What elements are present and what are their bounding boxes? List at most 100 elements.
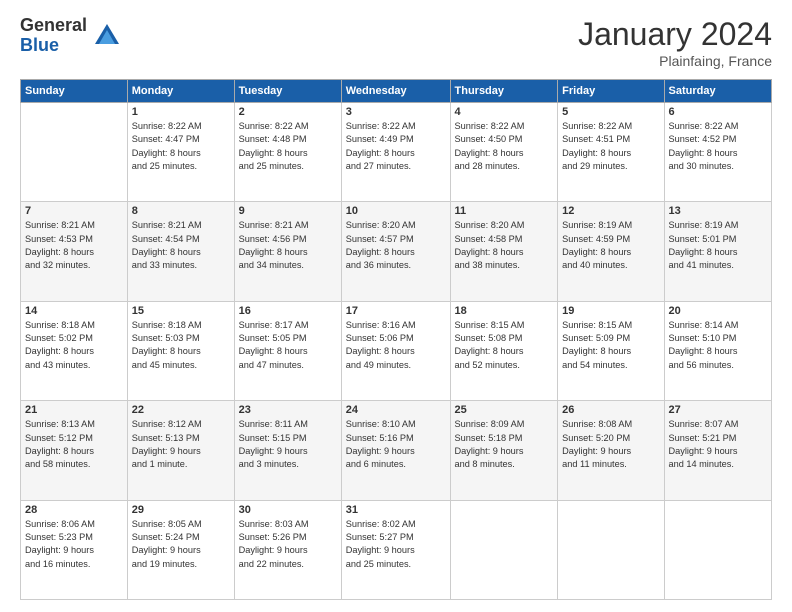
calendar-cell: 22 Sunrise: 8:12 AM Sunset: 5:13 PM Dayli… xyxy=(127,401,234,500)
calendar-cell: 10 Sunrise: 8:20 AM Sunset: 4:57 PM Dayli… xyxy=(341,202,450,301)
calendar-cell: 13 Sunrise: 8:19 AM Sunset: 5:01 PM Dayli… xyxy=(664,202,772,301)
logo: General Blue xyxy=(20,16,121,56)
day-info: Sunrise: 8:07 AM Sunset: 5:21 PM Dayligh… xyxy=(669,418,768,471)
day-number: 18 xyxy=(455,305,554,317)
day-info: Sunrise: 8:19 AM Sunset: 4:59 PM Dayligh… xyxy=(562,219,659,272)
day-number: 29 xyxy=(132,504,230,516)
weekday-header: Saturday xyxy=(664,80,772,103)
calendar-cell xyxy=(450,500,558,599)
day-number: 28 xyxy=(25,504,123,516)
day-info: Sunrise: 8:21 AM Sunset: 4:56 PM Dayligh… xyxy=(239,219,337,272)
header-row: SundayMondayTuesdayWednesdayThursdayFrid… xyxy=(21,80,772,103)
day-number: 5 xyxy=(562,106,659,118)
calendar-cell: 4Sunrise: 8:22 AM Sunset: 4:50 PM Daylig… xyxy=(450,103,558,202)
day-info: Sunrise: 8:03 AM Sunset: 5:26 PM Dayligh… xyxy=(239,518,337,571)
calendar-cell: 15Sunrise: 8:18 AM Sunset: 5:03 PM Dayli… xyxy=(127,301,234,400)
calendar-cell xyxy=(21,103,128,202)
day-info: Sunrise: 8:22 AM Sunset: 4:47 PM Dayligh… xyxy=(132,120,230,173)
day-number: 13 xyxy=(669,205,768,217)
calendar-table: SundayMondayTuesdayWednesdayThursdayFrid… xyxy=(20,79,772,600)
day-info: Sunrise: 8:16 AM Sunset: 5:06 PM Dayligh… xyxy=(346,319,446,372)
calendar-cell: 5 Sunrise: 8:22 AM Sunset: 4:51 PM Daylig… xyxy=(558,103,664,202)
calendar-cell: 26 Sunrise: 8:08 AM Sunset: 5:20 PM Dayli… xyxy=(558,401,664,500)
weekday-header: Wednesday xyxy=(341,80,450,103)
day-number: 22 xyxy=(132,404,230,416)
title-block: January 2024 Plainfaing, France xyxy=(578,16,772,69)
calendar-cell: 29 Sunrise: 8:05 AM Sunset: 5:24 PM Dayli… xyxy=(127,500,234,599)
day-number: 31 xyxy=(346,504,446,516)
day-number: 9 xyxy=(239,205,337,217)
day-number: 1 xyxy=(132,106,230,118)
day-info: Sunrise: 8:09 AM Sunset: 5:18 PM Dayligh… xyxy=(455,418,554,471)
calendar-cell: 11 Sunrise: 8:20 AM Sunset: 4:58 PM Dayli… xyxy=(450,202,558,301)
weekday-header: Friday xyxy=(558,80,664,103)
calendar-week-row: 14 Sunrise: 8:18 AM Sunset: 5:02 PM Dayli… xyxy=(21,301,772,400)
calendar-cell: 27 Sunrise: 8:07 AM Sunset: 5:21 PM Dayli… xyxy=(664,401,772,500)
day-number: 20 xyxy=(669,305,768,317)
day-number: 3 xyxy=(346,106,446,118)
day-number: 26 xyxy=(562,404,659,416)
weekday-header: Sunday xyxy=(21,80,128,103)
calendar-cell xyxy=(664,500,772,599)
day-number: 27 xyxy=(669,404,768,416)
calendar-cell: 31Sunrise: 8:02 AM Sunset: 5:27 PM Dayli… xyxy=(341,500,450,599)
calendar-cell: 24Sunrise: 8:10 AM Sunset: 5:16 PM Dayli… xyxy=(341,401,450,500)
day-number: 30 xyxy=(239,504,337,516)
calendar-cell: 2Sunrise: 8:22 AM Sunset: 4:48 PM Daylig… xyxy=(234,103,341,202)
calendar-body: 1 Sunrise: 8:22 AM Sunset: 4:47 PM Daylig… xyxy=(21,103,772,600)
day-info: Sunrise: 8:20 AM Sunset: 4:57 PM Dayligh… xyxy=(346,219,446,272)
day-info: Sunrise: 8:18 AM Sunset: 5:02 PM Dayligh… xyxy=(25,319,123,372)
day-info: Sunrise: 8:06 AM Sunset: 5:23 PM Dayligh… xyxy=(25,518,123,571)
day-info: Sunrise: 8:12 AM Sunset: 5:13 PM Dayligh… xyxy=(132,418,230,471)
location: Plainfaing, France xyxy=(578,53,772,69)
day-number: 19 xyxy=(562,305,659,317)
month-title: January 2024 xyxy=(578,16,772,53)
calendar-cell: 16Sunrise: 8:17 AM Sunset: 5:05 PM Dayli… xyxy=(234,301,341,400)
day-info: Sunrise: 8:22 AM Sunset: 4:51 PM Dayligh… xyxy=(562,120,659,173)
day-number: 23 xyxy=(239,404,337,416)
day-info: Sunrise: 8:22 AM Sunset: 4:48 PM Dayligh… xyxy=(239,120,337,173)
weekday-header: Thursday xyxy=(450,80,558,103)
day-number: 11 xyxy=(455,205,554,217)
calendar-header: SundayMondayTuesdayWednesdayThursdayFrid… xyxy=(21,80,772,103)
day-info: Sunrise: 8:18 AM Sunset: 5:03 PM Dayligh… xyxy=(132,319,230,372)
calendar-cell: 21 Sunrise: 8:13 AM Sunset: 5:12 PM Dayli… xyxy=(21,401,128,500)
calendar-cell: 23Sunrise: 8:11 AM Sunset: 5:15 PM Dayli… xyxy=(234,401,341,500)
calendar-cell: 14 Sunrise: 8:18 AM Sunset: 5:02 PM Dayli… xyxy=(21,301,128,400)
day-info: Sunrise: 8:05 AM Sunset: 5:24 PM Dayligh… xyxy=(132,518,230,571)
day-info: Sunrise: 8:15 AM Sunset: 5:09 PM Dayligh… xyxy=(562,319,659,372)
day-info: Sunrise: 8:22 AM Sunset: 4:52 PM Dayligh… xyxy=(669,120,768,173)
calendar-cell: 3 Sunrise: 8:22 AM Sunset: 4:49 PM Daylig… xyxy=(341,103,450,202)
calendar-cell: 7Sunrise: 8:21 AM Sunset: 4:53 PM Daylig… xyxy=(21,202,128,301)
day-info: Sunrise: 8:22 AM Sunset: 4:49 PM Dayligh… xyxy=(346,120,446,173)
day-number: 10 xyxy=(346,205,446,217)
day-number: 14 xyxy=(25,305,123,317)
logo-general: General xyxy=(20,16,87,36)
day-info: Sunrise: 8:08 AM Sunset: 5:20 PM Dayligh… xyxy=(562,418,659,471)
day-info: Sunrise: 8:14 AM Sunset: 5:10 PM Dayligh… xyxy=(669,319,768,372)
weekday-header: Tuesday xyxy=(234,80,341,103)
calendar-cell: 28 Sunrise: 8:06 AM Sunset: 5:23 PM Dayli… xyxy=(21,500,128,599)
day-info: Sunrise: 8:19 AM Sunset: 5:01 PM Dayligh… xyxy=(669,219,768,272)
calendar-cell: 18 Sunrise: 8:15 AM Sunset: 5:08 PM Dayli… xyxy=(450,301,558,400)
calendar-week-row: 1 Sunrise: 8:22 AM Sunset: 4:47 PM Daylig… xyxy=(21,103,772,202)
day-info: Sunrise: 8:15 AM Sunset: 5:08 PM Dayligh… xyxy=(455,319,554,372)
page: General Blue January 2024 Plainfaing, Fr… xyxy=(0,0,792,612)
calendar-week-row: 28 Sunrise: 8:06 AM Sunset: 5:23 PM Dayli… xyxy=(21,500,772,599)
calendar-week-row: 21 Sunrise: 8:13 AM Sunset: 5:12 PM Dayli… xyxy=(21,401,772,500)
calendar-cell: 20 Sunrise: 8:14 AM Sunset: 5:10 PM Dayli… xyxy=(664,301,772,400)
day-info: Sunrise: 8:13 AM Sunset: 5:12 PM Dayligh… xyxy=(25,418,123,471)
calendar-cell xyxy=(558,500,664,599)
calendar-cell: 25Sunrise: 8:09 AM Sunset: 5:18 PM Dayli… xyxy=(450,401,558,500)
logo-icon xyxy=(93,22,121,50)
calendar-cell: 19 Sunrise: 8:15 AM Sunset: 5:09 PM Dayli… xyxy=(558,301,664,400)
day-info: Sunrise: 8:10 AM Sunset: 5:16 PM Dayligh… xyxy=(346,418,446,471)
calendar-cell: 12Sunrise: 8:19 AM Sunset: 4:59 PM Dayli… xyxy=(558,202,664,301)
day-number: 4 xyxy=(455,106,554,118)
calendar-cell: 8Sunrise: 8:21 AM Sunset: 4:54 PM Daylig… xyxy=(127,202,234,301)
header: General Blue January 2024 Plainfaing, Fr… xyxy=(20,16,772,69)
day-number: 21 xyxy=(25,404,123,416)
calendar-week-row: 7Sunrise: 8:21 AM Sunset: 4:53 PM Daylig… xyxy=(21,202,772,301)
day-info: Sunrise: 8:17 AM Sunset: 5:05 PM Dayligh… xyxy=(239,319,337,372)
day-info: Sunrise: 8:20 AM Sunset: 4:58 PM Dayligh… xyxy=(455,219,554,272)
